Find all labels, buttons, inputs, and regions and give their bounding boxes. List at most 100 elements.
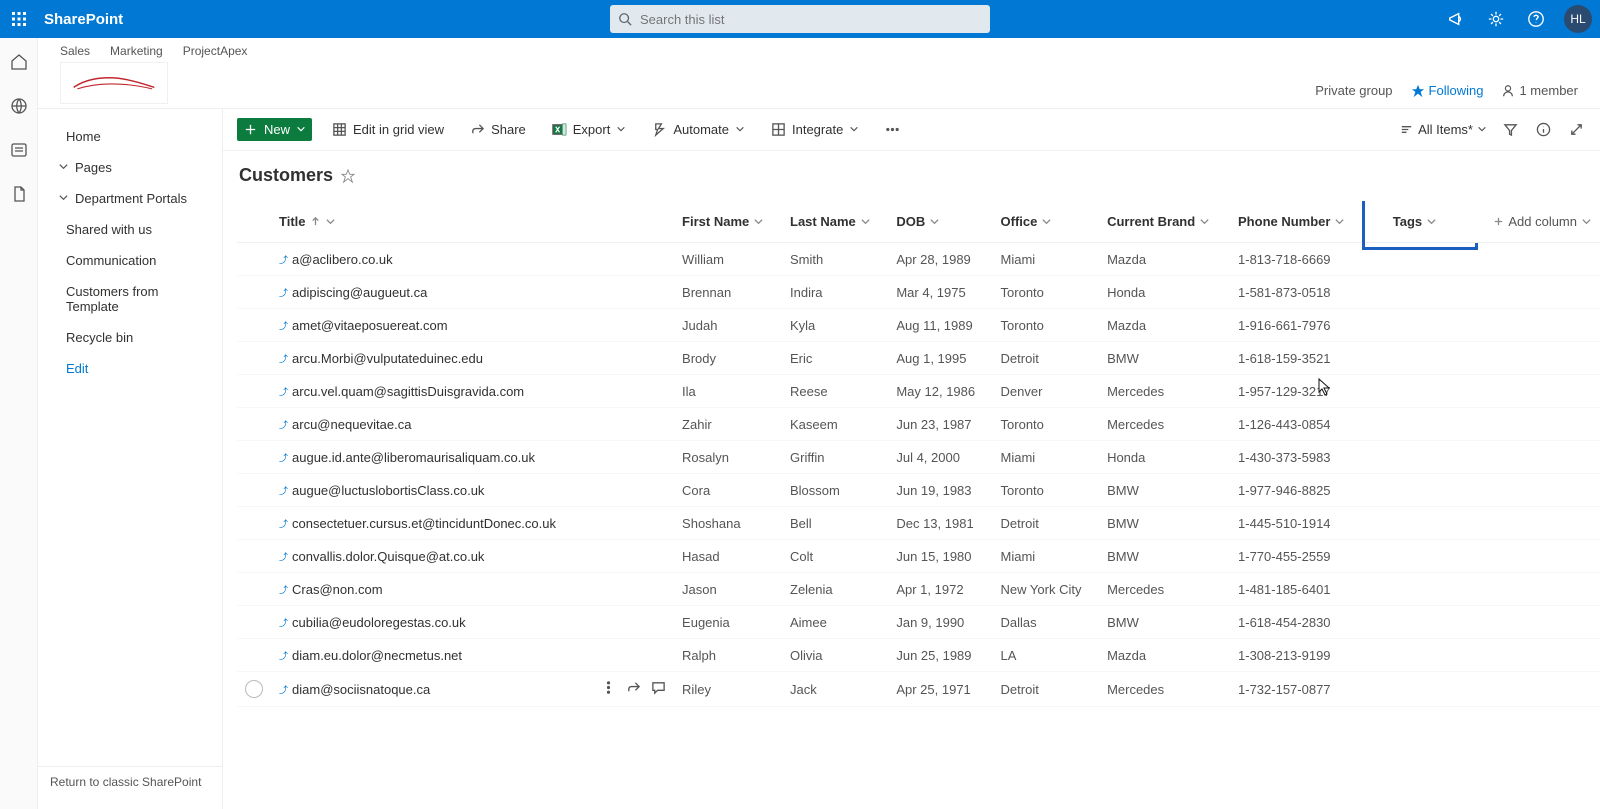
export-button[interactable]: Export [546,118,633,141]
hub-link-marketing[interactable]: Marketing [110,44,163,58]
row-first-name: Brody [674,342,782,375]
app-name[interactable]: SharePoint [44,11,123,28]
row-brand: Mercedes [1099,672,1230,707]
row-office: Toronto [993,309,1100,342]
return-classic-link[interactable]: Return to classic SharePoint [38,766,222,797]
rail-files[interactable] [9,184,29,204]
col-phone-number[interactable]: Phone Number [1238,214,1358,229]
rail-home[interactable] [9,52,29,72]
row-title[interactable]: arcu.vel.quam@sagittisDuisgravida.com [292,384,524,399]
add-column-button[interactable]: Add column [1482,214,1592,229]
row-title[interactable]: consectetuer.cursus.et@tinciduntDonec.co… [292,516,556,531]
nav-department-portals[interactable]: Department Portals [38,183,222,214]
table-row[interactable]: ⤴augue.id.ante@liberomaurisaliquam.co.uk… [237,441,1600,474]
row-title[interactable]: diam.eu.dolor@necmetus.net [292,648,462,663]
table-row[interactable]: ⤴arcu.Morbi@vulputateduinec.eduBrodyEric… [237,342,1600,375]
row-last-name: Griffin [782,441,888,474]
expand-button[interactable] [1567,120,1586,139]
more-button[interactable] [879,118,906,141]
link-deco-icon: ⤴ [279,484,288,497]
row-title[interactable]: adipiscing@augueut.ca [292,285,427,300]
row-title[interactable]: arcu.Morbi@vulputateduinec.edu [292,351,483,366]
info-button[interactable] [1534,120,1553,139]
nav-pages[interactable]: Pages [38,152,222,183]
site-header: Sales Marketing ProjectApex Private grou… [38,38,1600,108]
edit-grid-button[interactable]: Edit in grid view [326,118,450,141]
new-button[interactable]: New [237,118,312,141]
table-row[interactable]: ⤴arcu@nequevitae.caZahirKaseemJun 23, 19… [237,408,1600,441]
row-brand: Mazda [1099,639,1230,672]
row-share-icon[interactable] [626,680,641,698]
row-title[interactable]: augue.id.ante@liberomaurisaliquam.co.uk [292,450,535,465]
col-dob[interactable]: DOB [896,214,984,229]
table-row[interactable]: ⤴diam.eu.dolor@necmetus.netRalphOliviaJu… [237,639,1600,672]
search-box[interactable] [610,5,990,33]
help-button[interactable] [1516,0,1556,38]
search-input[interactable] [640,12,982,27]
row-title[interactable]: arcu@nequevitae.ca [292,417,411,432]
col-last-name[interactable]: Last Name [790,214,880,229]
table-row[interactable]: ⤴diam@sociisnatoque.caRileyJackApr 25, 1… [237,672,1600,707]
row-brand: BMW [1099,474,1230,507]
row-first-name: Riley [674,672,782,707]
members-link[interactable]: 1 member [1501,83,1578,98]
nav-edit[interactable]: Edit [38,353,222,384]
settings-button[interactable] [1476,0,1516,38]
megaphone-button[interactable] [1436,0,1476,38]
row-title[interactable]: Cras@non.com [292,582,383,597]
col-title[interactable]: Title [279,214,585,229]
row-more-icon[interactable] [601,680,616,698]
row-phone: 1-445-510-1914 [1230,507,1366,540]
row-comment-icon[interactable] [651,680,666,698]
table-row[interactable]: ⤴adipiscing@augueut.caBrennanIndiraMar 4… [237,276,1600,309]
table-row[interactable]: ⤴Cras@non.comJasonZeleniaApr 1, 1972New … [237,573,1600,606]
col-office[interactable]: Office [1001,214,1092,229]
col-tags[interactable]: Tags [1393,214,1447,229]
row-title[interactable]: amet@vitaeposuereat.com [292,318,448,333]
row-office: Miami [993,243,1100,276]
nav-home[interactable]: Home [38,121,222,152]
nav-customers-from-template[interactable]: Customers from Template [38,276,222,322]
row-dob: Mar 4, 1975 [888,276,992,309]
rail-sites[interactable] [9,96,29,116]
follow-button[interactable]: Following [1411,83,1484,98]
table-row[interactable]: ⤴cubilia@eudoloregestas.co.ukEugeniaAime… [237,606,1600,639]
col-current-brand[interactable]: Current Brand [1107,214,1222,229]
row-brand: Mercedes [1099,408,1230,441]
rail-news[interactable] [9,140,29,160]
row-office: Toronto [993,276,1100,309]
automate-button[interactable]: Automate [646,118,751,141]
nav-communication[interactable]: Communication [38,245,222,276]
hub-link-projectapex[interactable]: ProjectApex [183,44,248,58]
row-first-name: William [674,243,782,276]
row-title[interactable]: convallis.dolor.Quisque@at.co.uk [292,549,484,564]
col-first-name[interactable]: First Name [682,214,774,229]
share-button[interactable]: Share [464,118,532,141]
table-row[interactable]: ⤴amet@vitaeposuereat.comJudahKylaAug 11,… [237,309,1600,342]
table-row[interactable]: ⤴augue@luctuslobortisClass.co.ukCoraBlos… [237,474,1600,507]
row-first-name: Zahir [674,408,782,441]
site-logo[interactable] [60,62,168,104]
row-first-name: Judah [674,309,782,342]
user-avatar[interactable]: HL [1564,5,1592,33]
table-row[interactable]: ⤴convallis.dolor.Quisque@at.co.ukHasadCo… [237,540,1600,573]
row-phone: 1-732-157-0877 [1230,672,1366,707]
filter-button[interactable] [1501,120,1520,139]
nav-recycle-bin[interactable]: Recycle bin [38,322,222,353]
app-launcher[interactable] [0,0,38,38]
row-title[interactable]: diam@sociisnatoque.ca [292,682,430,697]
row-title[interactable]: a@aclibero.co.uk [292,252,393,267]
row-dob: Jun 23, 1987 [888,408,992,441]
table-row[interactable]: ⤴arcu.vel.quam@sagittisDuisgravida.comIl… [237,375,1600,408]
table-row[interactable]: ⤴consectetuer.cursus.et@tinciduntDonec.c… [237,507,1600,540]
row-title[interactable]: cubilia@eudoloregestas.co.uk [292,615,466,630]
horizontal-scrollbar[interactable] [237,795,1600,809]
star-outline-icon[interactable] [341,169,355,183]
hub-link-sales[interactable]: Sales [60,44,90,58]
link-deco-icon: ⤴ [279,319,288,332]
nav-shared-with-us[interactable]: Shared with us [38,214,222,245]
integrate-button[interactable]: Integrate [765,118,865,141]
select-circle[interactable] [245,680,263,698]
row-title[interactable]: augue@luctuslobortisClass.co.uk [292,483,484,498]
view-selector[interactable]: All Items* [1399,122,1487,137]
